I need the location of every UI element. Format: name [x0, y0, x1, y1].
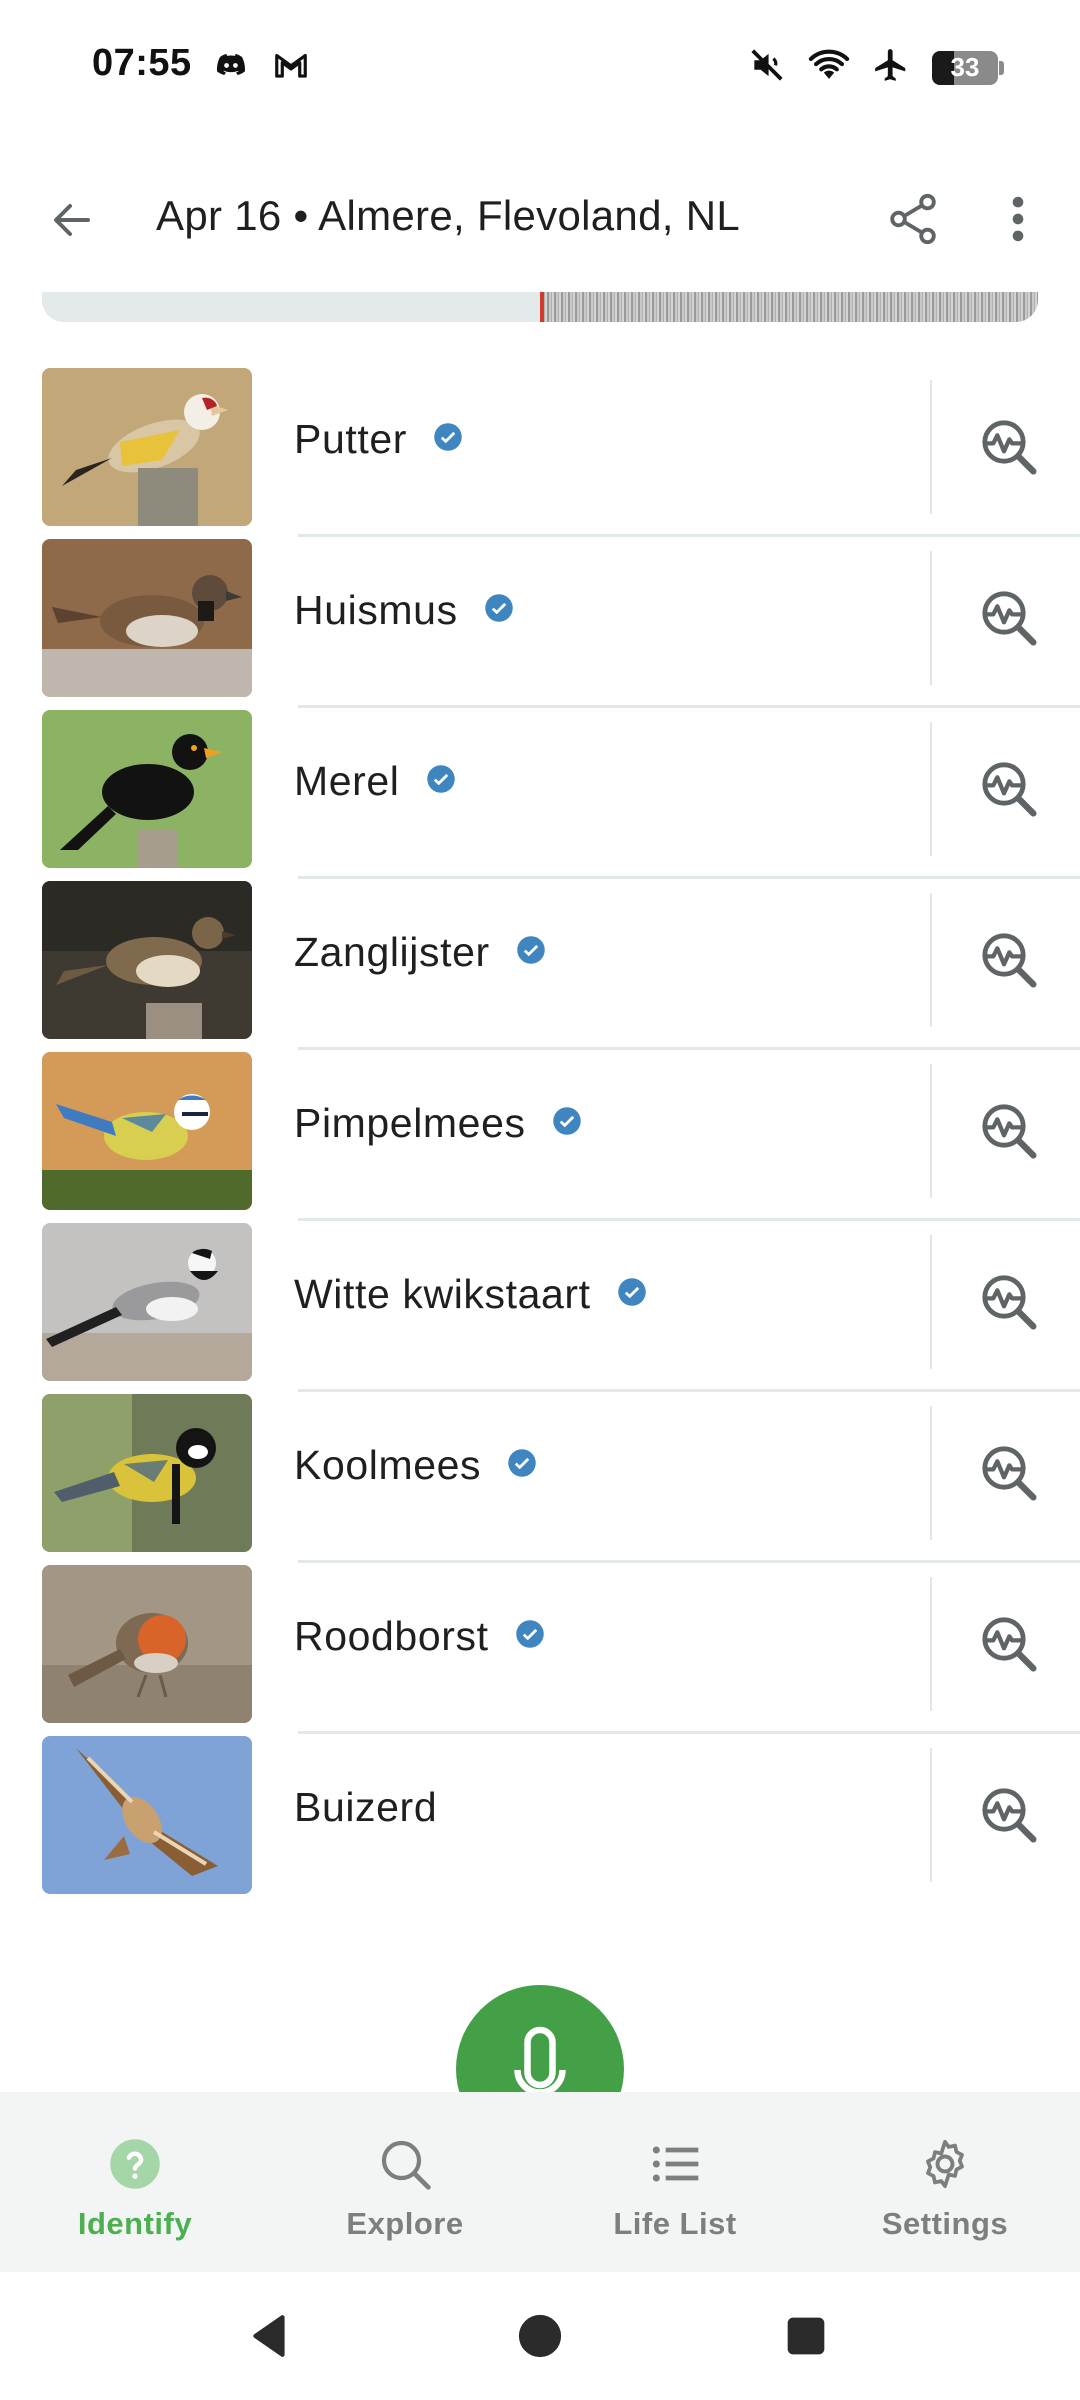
species-row-zanglijster[interactable]: Zanglijster: [0, 879, 1080, 1050]
verified-icon: [507, 1448, 537, 1483]
system-navigation-bar: [0, 2272, 1080, 2400]
analyze-sound-button[interactable]: [968, 748, 1048, 828]
battery-icon: 33: [932, 50, 1004, 85]
sound-search-icon: [982, 420, 1037, 475]
species-row-huismus[interactable]: Huismus: [0, 537, 1080, 708]
home-circle-icon: [518, 2314, 562, 2358]
analyze-sound-button[interactable]: [968, 919, 1048, 999]
verified-icon: [515, 1619, 545, 1654]
sound-search-icon: [982, 1617, 1037, 1672]
analyze-sound-button[interactable]: [968, 406, 1048, 486]
system-back-button[interactable]: [238, 2304, 302, 2368]
species-name: Merel: [294, 758, 400, 804]
list-icon: [647, 2136, 703, 2192]
spectrogram-strip[interactable]: [42, 292, 1038, 322]
species-photo: [42, 1052, 252, 1210]
back-triangle-icon: [253, 2315, 285, 2357]
share-icon: [890, 193, 936, 245]
sound-search-icon: [982, 1275, 1037, 1330]
verified-icon: [426, 764, 456, 799]
species-row-merel[interactable]: Merel: [0, 708, 1080, 879]
playback-cursor[interactable]: [540, 292, 544, 322]
page-title: Apr 16 • Almere, Flevoland, NL: [156, 192, 740, 239]
sound-search-icon: [982, 762, 1037, 817]
nav-label: Explore: [346, 2206, 464, 2241]
sound-search-icon: [982, 1104, 1037, 1159]
species-name: Pimpelmees: [294, 1100, 526, 1146]
species-name: Putter: [294, 416, 407, 462]
species-row-pimpelmees[interactable]: Pimpelmees: [0, 1050, 1080, 1221]
nav-life-list[interactable]: Life List: [540, 2092, 810, 2272]
species-photo: [42, 539, 252, 697]
sound-search-icon: [982, 933, 1037, 988]
recents-square-icon: [787, 2317, 825, 2355]
spectrogram-image: [540, 292, 1038, 322]
nav-label: Settings: [881, 2206, 1009, 2241]
back-button[interactable]: [40, 188, 104, 252]
airplane-icon: [872, 46, 910, 89]
search-icon: [377, 2136, 433, 2192]
species-name: Zanglijster: [294, 929, 490, 975]
species-list: Putter Huismus Merel Zanglijster Pimpelm…: [0, 366, 1080, 1905]
sound-search-icon: [982, 1788, 1037, 1843]
bottom-navigation: Identify Explore Life List Settings: [0, 2092, 1080, 2272]
nav-label: Life List: [613, 2206, 737, 2241]
species-name: Witte kwikstaart: [294, 1271, 591, 1317]
analyze-sound-button[interactable]: [968, 1432, 1048, 1512]
species-photo: [42, 881, 252, 1039]
nav-settings[interactable]: Settings: [810, 2092, 1080, 2272]
species-row-koolmees[interactable]: Koolmees: [0, 1392, 1080, 1563]
species-name: Buizerd: [294, 1784, 438, 1830]
analyze-sound-button[interactable]: [968, 1261, 1048, 1341]
gmail-icon: [272, 46, 310, 89]
discord-icon: [212, 46, 250, 89]
sound-search-icon: [982, 591, 1037, 646]
species-photo: [42, 1565, 252, 1723]
battery-level: 33: [950, 52, 980, 82]
verified-icon: [617, 1277, 647, 1312]
verified-icon: [516, 935, 546, 970]
species-photo: [42, 710, 252, 868]
species-photo: [42, 1394, 252, 1552]
species-name: Koolmees: [294, 1442, 482, 1488]
species-name: Roodborst: [294, 1613, 489, 1659]
wifi-icon: [808, 46, 850, 89]
analyze-sound-button[interactable]: [968, 1603, 1048, 1683]
species-row-buizerd[interactable]: Buizerd: [0, 1734, 1080, 1905]
app-bar: Apr 16 • Almere, Flevoland, NL: [0, 160, 1080, 272]
identify-icon: [107, 2136, 163, 2192]
status-time: 07:55: [92, 42, 192, 84]
species-row-roodborst[interactable]: Roodborst: [0, 1563, 1080, 1734]
species-name: Huismus: [294, 587, 458, 633]
verified-icon: [552, 1106, 582, 1141]
system-home-button[interactable]: [508, 2304, 572, 2368]
system-recents-button[interactable]: [774, 2304, 838, 2368]
verified-icon: [433, 422, 463, 457]
species-photo: [42, 1736, 252, 1894]
more-vertical-icon: [1012, 196, 1024, 242]
analyze-sound-button[interactable]: [968, 1774, 1048, 1854]
verified-icon: [484, 593, 514, 628]
nav-explore[interactable]: Explore: [270, 2092, 540, 2272]
species-photo: [42, 368, 252, 526]
analyze-sound-button[interactable]: [968, 1090, 1048, 1170]
back-arrow-icon: [54, 204, 90, 236]
nav-identify[interactable]: Identify: [0, 2092, 270, 2272]
more-options-button[interactable]: [990, 184, 1046, 254]
sound-search-icon: [982, 1446, 1037, 1501]
status-bar: 07:55 33: [0, 0, 1080, 130]
species-row-putter[interactable]: Putter: [0, 366, 1080, 537]
share-button[interactable]: [878, 184, 948, 254]
nav-label: Identify: [77, 2206, 193, 2241]
species-row-witte-kwikstaart[interactable]: Witte kwikstaart: [0, 1221, 1080, 1392]
gear-icon: [917, 2136, 973, 2192]
mute-icon: [748, 46, 786, 89]
species-photo: [42, 1223, 252, 1381]
spectrogram-played: [42, 292, 540, 322]
analyze-sound-button[interactable]: [968, 577, 1048, 657]
